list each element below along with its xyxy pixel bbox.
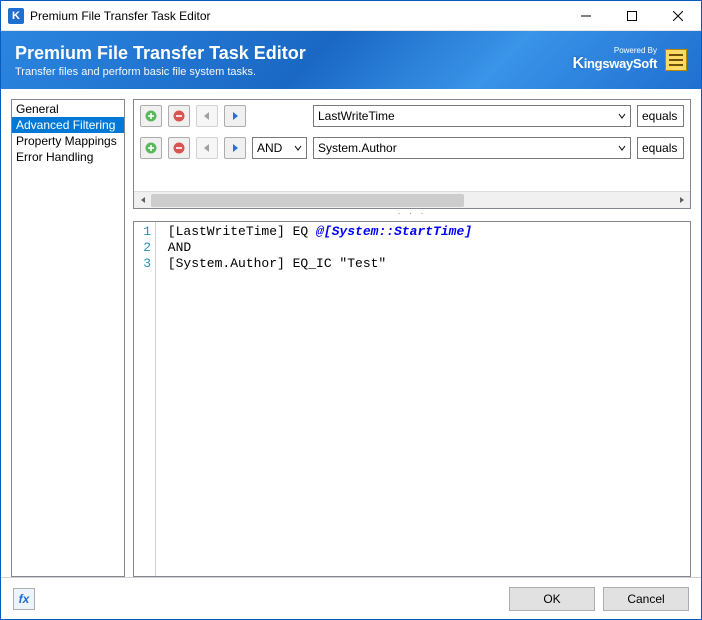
expression-editor[interactable]: 1 2 3 [LastWriteTime] EQ @[System::Start…: [133, 221, 691, 577]
scroll-thumb[interactable]: [151, 194, 464, 207]
close-button[interactable]: [655, 1, 701, 31]
add-filter-button[interactable]: [140, 105, 162, 127]
banner-subtitle: Transfer files and perform basic file sy…: [15, 66, 306, 78]
operator-value: equals: [642, 141, 677, 155]
move-left-button[interactable]: [196, 105, 218, 127]
footer: fx OK Cancel: [1, 577, 701, 619]
maximize-button[interactable]: [609, 1, 655, 31]
minus-icon: [173, 110, 185, 122]
field-value: LastWriteTime: [318, 109, 395, 123]
task-icon: [665, 49, 687, 71]
window-title: Premium File Transfer Task Editor: [30, 9, 211, 23]
remove-filter-button[interactable]: [168, 105, 190, 127]
chevron-down-icon: [618, 112, 626, 120]
triangle-left-icon: [201, 110, 213, 122]
splitter-handle[interactable]: · · ·: [133, 209, 691, 217]
body: General Advanced Filtering Property Mapp…: [1, 89, 701, 577]
code-area[interactable]: [LastWriteTime] EQ @[System::StartTime] …: [156, 222, 690, 576]
plus-icon: [145, 142, 157, 154]
triangle-right-icon: [229, 110, 241, 122]
move-right-button[interactable]: [224, 137, 246, 159]
maximize-icon: [627, 11, 637, 21]
banner-text: Premium File Transfer Task Editor Transf…: [15, 43, 306, 78]
triangle-right-icon: [229, 142, 241, 154]
move-left-button[interactable]: [196, 137, 218, 159]
line-gutter: 1 2 3: [134, 222, 156, 576]
titlebar: K Premium File Transfer Task Editor: [1, 1, 701, 31]
app-k-icon: K: [8, 8, 24, 24]
logic-spacer: [252, 105, 307, 127]
plus-icon: [145, 110, 157, 122]
operator-select[interactable]: equals: [637, 105, 684, 127]
filters-panel: LastWriteTime equals: [133, 99, 691, 209]
sidebar-item-general[interactable]: General: [12, 101, 124, 117]
ok-button[interactable]: OK: [509, 587, 595, 611]
filter-row: AND System.Author equals: [134, 132, 690, 164]
cancel-button[interactable]: Cancel: [603, 587, 689, 611]
banner: Premium File Transfer Task Editor Transf…: [1, 31, 701, 89]
powered-by-label: Powered By: [572, 47, 657, 55]
brand-k-icon: K: [572, 55, 583, 72]
main-pane: LastWriteTime equals: [133, 99, 691, 577]
field-value: System.Author: [318, 141, 397, 155]
scroll-left-icon[interactable]: [134, 192, 151, 209]
scroll-track[interactable]: [151, 192, 673, 209]
sidebar: General Advanced Filtering Property Mapp…: [11, 99, 125, 577]
minimize-button[interactable]: [563, 1, 609, 31]
minus-icon: [173, 142, 185, 154]
operator-select[interactable]: equals: [637, 137, 684, 159]
line-number: 3: [134, 256, 151, 272]
triangle-left-icon: [201, 142, 213, 154]
logic-select[interactable]: AND: [252, 137, 307, 159]
fx-button[interactable]: fx: [13, 588, 35, 610]
close-icon: [673, 11, 683, 21]
sidebar-item-property-mappings[interactable]: Property Mappings: [12, 133, 124, 149]
minimize-icon: [581, 11, 591, 21]
field-select[interactable]: LastWriteTime: [313, 105, 631, 127]
titlebar-left: K Premium File Transfer Task Editor: [1, 8, 211, 24]
line-number: 2: [134, 240, 151, 256]
banner-right: Powered By KingswaySoft: [572, 47, 687, 73]
window-controls: [563, 1, 701, 31]
scroll-right-icon[interactable]: [673, 192, 690, 209]
sidebar-item-advanced-filtering[interactable]: Advanced Filtering: [12, 117, 124, 133]
brand-name: ingswaySoft: [584, 56, 657, 71]
banner-title: Premium File Transfer Task Editor: [15, 43, 306, 64]
window: K Premium File Transfer Task Editor Prem…: [0, 0, 702, 620]
field-select[interactable]: System.Author: [313, 137, 631, 159]
brand-logo: KingswaySoft: [572, 55, 657, 73]
filter-row: LastWriteTime equals: [134, 100, 690, 132]
remove-filter-button[interactable]: [168, 137, 190, 159]
add-filter-button[interactable]: [140, 137, 162, 159]
logic-value: AND: [257, 141, 282, 155]
line-number: 1: [134, 224, 151, 240]
filter-rows: LastWriteTime equals: [134, 100, 690, 191]
operator-value: equals: [642, 109, 677, 123]
move-right-button[interactable]: [224, 105, 246, 127]
horizontal-scrollbar[interactable]: [134, 191, 690, 208]
brand-block: Powered By KingswaySoft: [572, 47, 657, 73]
chevron-down-icon: [294, 144, 302, 152]
footer-buttons: OK Cancel: [509, 587, 689, 611]
chevron-down-icon: [618, 144, 626, 152]
sidebar-item-error-handling[interactable]: Error Handling: [12, 149, 124, 165]
